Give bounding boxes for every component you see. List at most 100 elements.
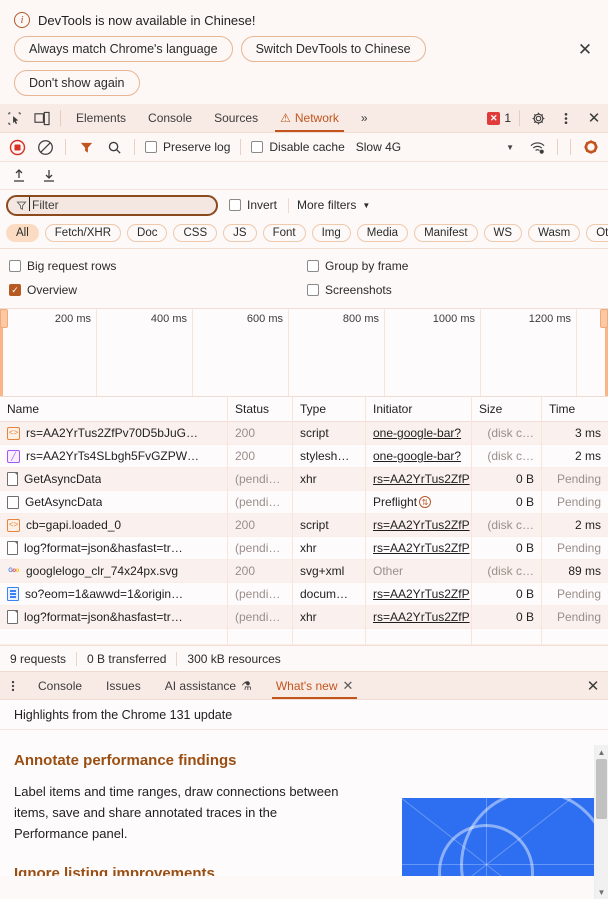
chip-ws[interactable]: WS bbox=[483, 224, 523, 242]
switch-devtools-chinese-button[interactable]: Switch DevTools to Chinese bbox=[240, 36, 426, 62]
network-overview[interactable]: 200 ms 400 ms 600 ms 800 ms 1000 ms 1200… bbox=[0, 309, 608, 397]
settings-gear-icon[interactable] bbox=[578, 135, 604, 159]
initiator-link[interactable]: one-google-bar? bbox=[373, 426, 461, 440]
initiator-link[interactable]: rs=AA2YrTus2ZfP bbox=[373, 541, 470, 555]
tab-console[interactable]: Console bbox=[137, 104, 203, 132]
device-toolbar-icon[interactable] bbox=[28, 104, 56, 132]
overview-right-handle[interactable] bbox=[600, 309, 608, 328]
gear-icon[interactable] bbox=[524, 104, 552, 132]
invert-checkbox[interactable]: Invert bbox=[226, 198, 280, 212]
more-tabs-button[interactable]: » bbox=[350, 104, 379, 132]
disable-cache-checkbox[interactable]: Disable cache bbox=[248, 140, 347, 154]
column-header-name[interactable]: Name bbox=[0, 396, 228, 422]
cell-initiator[interactable]: rs=AA2YrTus2ZfP bbox=[366, 536, 472, 560]
whats-new-content: Annotate performance findings Label item… bbox=[0, 730, 608, 876]
cell-initiator[interactable]: one-google-bar? bbox=[366, 421, 472, 445]
cell-initiator[interactable]: one-google-bar? bbox=[366, 444, 472, 468]
request-name: log?format=json&hasfast=tr… bbox=[24, 541, 183, 555]
cell-size: 0 B bbox=[472, 605, 542, 629]
whats-new-video-thumbnail[interactable] bbox=[402, 798, 596, 876]
initiator-label: Other bbox=[373, 564, 404, 578]
filter-input[interactable]: Filter bbox=[6, 194, 218, 216]
checkbox-box-checked: ✓ bbox=[9, 284, 21, 296]
drawer-tab-console[interactable]: Console bbox=[26, 672, 94, 699]
table-row[interactable]: GetAsyncData (pendi… Preflight ⇅ 0 B Pend… bbox=[0, 490, 608, 514]
clear-icon[interactable] bbox=[32, 135, 58, 159]
group-by-frame-checkbox[interactable]: Group by frame bbox=[304, 259, 602, 273]
table-row[interactable]: ╱ rs=AA2YrTs4SLbgh5FvGZPW… 200 stylesh… o… bbox=[0, 444, 608, 468]
export-har-icon[interactable] bbox=[36, 164, 62, 188]
more-options-icon[interactable] bbox=[552, 104, 580, 132]
chip-all[interactable]: All bbox=[6, 224, 39, 242]
screenshots-checkbox[interactable]: Screenshots bbox=[304, 283, 602, 297]
throttling-value[interactable]: Slow 4G bbox=[350, 140, 401, 154]
more-filters-dropdown[interactable]: More filters ▼ bbox=[297, 198, 370, 212]
table-row[interactable]: GetAsyncData (pendi… xhr rs=AA2YrTus2ZfP… bbox=[0, 467, 608, 491]
table-row[interactable]: <> cb=gapi.loaded_0 200 script rs=AA2YrTu… bbox=[0, 513, 608, 537]
column-header-size[interactable]: Size bbox=[472, 396, 542, 422]
throttling-chevron-down-icon[interactable]: ▼ bbox=[498, 143, 522, 152]
initiator-link[interactable]: rs=AA2YrTus2ZfP bbox=[373, 518, 470, 532]
funnel-icon[interactable] bbox=[73, 135, 99, 159]
always-match-language-button[interactable]: Always match Chrome's language bbox=[14, 36, 233, 62]
group-by-frame-label: Group by frame bbox=[325, 259, 409, 273]
overview-checkbox[interactable]: ✓ Overview bbox=[6, 283, 304, 297]
chip-css[interactable]: CSS bbox=[173, 224, 218, 242]
dont-show-again-button[interactable]: Don't show again bbox=[14, 70, 140, 96]
preserve-log-checkbox[interactable]: Preserve log bbox=[142, 140, 233, 154]
initiator-link[interactable]: rs=AA2YrTus2ZfP bbox=[373, 610, 470, 624]
drawer-tab-whats-new[interactable]: What's new ✕ bbox=[264, 672, 366, 699]
cell-initiator[interactable]: rs=AA2YrTus2ZfP bbox=[366, 582, 472, 606]
big-request-rows-checkbox[interactable]: Big request rows bbox=[6, 259, 304, 273]
drawer-tab-issues[interactable]: Issues bbox=[94, 672, 153, 699]
whats-new-section-title-2: Ignore listing improvements bbox=[14, 865, 215, 876]
drawer-tab-close-icon[interactable]: ✕ bbox=[343, 678, 354, 694]
close-devtools-icon[interactable]: ✕ bbox=[580, 104, 608, 132]
initiator-link[interactable]: rs=AA2YrTus2ZfP bbox=[373, 472, 470, 486]
tab-sources[interactable]: Sources bbox=[203, 104, 269, 132]
chip-doc[interactable]: Doc bbox=[127, 224, 168, 242]
column-header-type[interactable]: Type bbox=[293, 396, 366, 422]
cell-initiator[interactable]: rs=AA2YrTus2ZfP bbox=[366, 467, 472, 491]
table-row[interactable]: log?format=json&hasfast=tr… (pendi… xhr … bbox=[0, 536, 608, 560]
cell-size: (disk c… bbox=[472, 559, 542, 583]
cell-status: 200 bbox=[228, 513, 293, 537]
chip-fetch-xhr[interactable]: Fetch/XHR bbox=[44, 224, 122, 242]
table-row[interactable]: log?format=json&hasfast=tr… (pendi… xhr … bbox=[0, 605, 608, 629]
table-row[interactable]: <> rs=AA2YrTus2ZfPv70D5bJuG… 200 script o… bbox=[0, 421, 608, 445]
chip-wasm[interactable]: Wasm bbox=[528, 224, 581, 242]
chip-font[interactable]: Font bbox=[262, 224, 306, 242]
cell-initiator[interactable]: rs=AA2YrTus2ZfP bbox=[366, 605, 472, 629]
drawer-tab-ai-assistance[interactable]: AI assistance ⚗ bbox=[153, 672, 264, 699]
close-icon[interactable]: ✕ bbox=[574, 38, 596, 60]
chip-js[interactable]: JS bbox=[223, 224, 257, 242]
scrollbar-thumb[interactable] bbox=[596, 759, 607, 819]
column-header-time[interactable]: Time bbox=[542, 397, 608, 422]
chip-other[interactable]: Other bbox=[586, 224, 608, 242]
table-row[interactable]: Go o googlelogo_clr_74x24px.svg 200 svg+xm… bbox=[0, 559, 608, 583]
initiator-link[interactable]: one-google-bar? bbox=[373, 449, 461, 463]
column-header-initiator[interactable]: Initiator bbox=[366, 396, 472, 422]
import-har-icon[interactable] bbox=[6, 164, 32, 188]
overview-left-handle[interactable] bbox=[0, 309, 8, 328]
scroll-down-icon[interactable]: ▼ bbox=[595, 885, 608, 899]
tab-elements[interactable]: Elements bbox=[65, 104, 137, 132]
table-row[interactable]: so?eom=1&awwd=1&origin… (pendi… docum… r… bbox=[0, 582, 608, 606]
chip-media[interactable]: Media bbox=[356, 224, 409, 242]
search-icon[interactable] bbox=[101, 135, 127, 159]
chip-img[interactable]: Img bbox=[311, 224, 351, 242]
tab-network[interactable]: ⚠ Network bbox=[269, 104, 350, 132]
error-count-badge[interactable]: ✕ 1 bbox=[483, 104, 515, 132]
column-header-status[interactable]: Status bbox=[228, 396, 293, 422]
whats-new-scrollbar[interactable]: ▲ ▼ bbox=[594, 745, 608, 899]
drawer-close-icon[interactable]: ✕ bbox=[578, 672, 608, 699]
chip-manifest[interactable]: Manifest bbox=[414, 224, 478, 242]
scroll-up-icon[interactable]: ▲ bbox=[595, 745, 608, 759]
record-stop-icon[interactable] bbox=[4, 135, 30, 159]
cell-initiator[interactable]: rs=AA2YrTus2ZfP bbox=[366, 513, 472, 537]
filler-cell bbox=[0, 628, 228, 645]
drawer-more-options-icon[interactable] bbox=[0, 672, 26, 699]
initiator-link[interactable]: rs=AA2YrTus2ZfP bbox=[373, 587, 470, 601]
inspect-element-icon[interactable] bbox=[0, 104, 28, 132]
network-conditions-icon[interactable] bbox=[524, 135, 550, 159]
